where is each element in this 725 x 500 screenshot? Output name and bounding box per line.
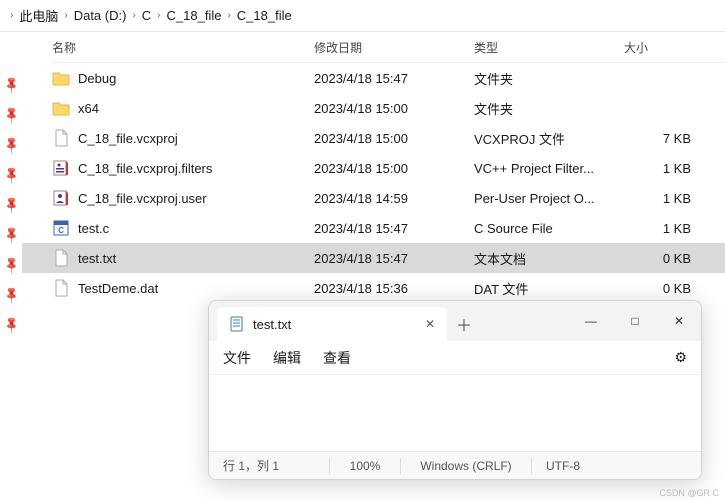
chevron-right-icon: › (227, 10, 230, 21)
file-icon (52, 129, 70, 147)
file-type: Per-User Project O... (474, 191, 624, 206)
column-headers: 名称 修改日期 类型 大小 (22, 32, 725, 62)
file-row[interactable]: test.txt 2023/4/18 15:47文本文档0 KB (22, 243, 725, 273)
file-size: 0 KB (624, 251, 715, 266)
status-zoom[interactable]: 100% (330, 459, 400, 473)
file-date: 2023/4/18 15:47 (314, 71, 474, 86)
file-type: DAT 文件 (474, 279, 624, 298)
file-date: 2023/4/18 14:59 (314, 191, 474, 206)
file-size: 1 KB (624, 191, 715, 206)
column-header-type[interactable]: 类型 (474, 39, 624, 56)
notepad-tab[interactable]: test.txt ✕ (217, 307, 447, 341)
file-size: 0 KB (624, 281, 715, 296)
breadcrumb-item[interactable]: C_18_file (237, 8, 292, 23)
window-controls: — □ ✕ (569, 301, 701, 341)
file-date: 2023/4/18 15:00 (314, 131, 474, 146)
filters-icon (52, 159, 70, 177)
settings-button[interactable]: ⚙ (674, 349, 687, 366)
folder-icon (52, 99, 70, 117)
pin-icon[interactable]: 📌 (1, 285, 21, 305)
file-type: VC++ Project Filter... (474, 161, 624, 176)
chevron-right-icon: › (132, 10, 135, 21)
file-name: Debug (78, 71, 116, 86)
file-name: C_18_file.vcxproj.filters (78, 161, 212, 176)
pin-icon[interactable]: 📌 (1, 315, 21, 335)
watermark: CSDN @GR C (659, 488, 719, 498)
file-type: VCXPROJ 文件 (474, 129, 624, 148)
folder-icon (52, 69, 70, 87)
user-icon (52, 189, 70, 207)
svg-text:C: C (58, 226, 64, 235)
quick-access-rail: 📌 📌 📌 📌 📌 📌 📌 📌 📌 (0, 32, 22, 500)
file-name: test.txt (78, 251, 116, 266)
pin-icon[interactable]: 📌 (1, 255, 21, 275)
notepad-statusbar: 行 1，列 1 100% Windows (CRLF) UTF-8 (209, 451, 701, 479)
file-icon (52, 279, 70, 297)
breadcrumb[interactable]: › 此电脑 › Data (D:) › C › C_18_file › C_18… (0, 0, 725, 31)
file-name: C_18_file.vcxproj (78, 131, 178, 146)
breadcrumb-item[interactable]: 此电脑 (19, 6, 58, 25)
file-size: 1 KB (624, 161, 715, 176)
file-name: test.c (78, 221, 109, 236)
file-name: x64 (78, 101, 99, 116)
file-size: 7 KB (624, 131, 715, 146)
pin-icon[interactable]: 📌 (1, 195, 21, 215)
file-row[interactable]: C_18_file.vcxproj.user 2023/4/18 14:59Per… (22, 183, 725, 213)
file-type: 文件夹 (474, 99, 624, 118)
maximize-button[interactable]: □ (613, 301, 657, 341)
chevron-right-icon: › (10, 10, 13, 21)
breadcrumb-item[interactable]: C (142, 8, 151, 23)
notepad-text-area[interactable] (209, 375, 701, 451)
notepad-window: test.txt ✕ ＋ — □ ✕ 文件 编辑 查看 ⚙ 行 1，列 1 10… (208, 300, 702, 480)
file-row[interactable]: C_18_file.vcxproj 2023/4/18 15:00VCXPROJ … (22, 123, 725, 153)
add-tab-button[interactable]: ＋ (447, 307, 481, 341)
column-header-name[interactable]: 名称 (32, 39, 314, 56)
breadcrumb-item[interactable]: C_18_file (167, 8, 222, 23)
pin-icon[interactable]: 📌 (1, 135, 21, 155)
file-row[interactable]: Debug 2023/4/18 15:47文件夹 (22, 63, 725, 93)
tab-close-button[interactable]: ✕ (425, 317, 435, 331)
minimize-button[interactable]: — (569, 301, 613, 341)
file-type: 文本文档 (474, 249, 624, 268)
pin-icon[interactable]: 📌 (1, 225, 21, 245)
csrc-icon: C (52, 219, 70, 237)
file-date: 2023/4/18 15:47 (314, 221, 474, 236)
pin-icon[interactable]: 📌 (1, 105, 21, 125)
file-date: 2023/4/18 15:00 (314, 161, 474, 176)
file-icon (52, 249, 70, 267)
close-button[interactable]: ✕ (657, 301, 701, 341)
file-date: 2023/4/18 15:47 (314, 251, 474, 266)
menu-edit[interactable]: 编辑 (273, 348, 301, 368)
file-row[interactable]: Ctest.c 2023/4/18 15:47C Source File1 KB (22, 213, 725, 243)
file-row[interactable]: x64 2023/4/18 15:00文件夹 (22, 93, 725, 123)
breadcrumb-item[interactable]: Data (D:) (74, 8, 127, 23)
file-date: 2023/4/18 15:00 (314, 101, 474, 116)
chevron-right-icon: › (64, 10, 67, 21)
pin-icon[interactable]: 📌 (1, 165, 21, 185)
notepad-tab-title: test.txt (253, 317, 291, 332)
notepad-menubar: 文件 编辑 查看 ⚙ (209, 341, 701, 375)
column-header-size[interactable]: 大小 (624, 39, 715, 56)
file-date: 2023/4/18 15:36 (314, 281, 474, 296)
status-encoding: UTF-8 (532, 459, 701, 473)
status-cursor: 行 1，列 1 (209, 457, 329, 474)
file-size: 1 KB (624, 221, 715, 236)
pin-icon[interactable]: 📌 (1, 75, 21, 95)
file-type: 文件夹 (474, 69, 624, 88)
file-name: C_18_file.vcxproj.user (78, 191, 207, 206)
notepad-titlebar[interactable]: test.txt ✕ ＋ — □ ✕ (209, 301, 701, 341)
notepad-icon (229, 316, 245, 332)
chevron-right-icon: › (157, 10, 160, 21)
file-type: C Source File (474, 221, 624, 236)
file-name: TestDeme.dat (78, 281, 158, 296)
menu-view[interactable]: 查看 (323, 348, 351, 368)
menu-file[interactable]: 文件 (223, 348, 251, 368)
status-eol: Windows (CRLF) (401, 459, 531, 473)
file-row[interactable]: C_18_file.vcxproj.filters 2023/4/18 15:00… (22, 153, 725, 183)
column-header-date[interactable]: 修改日期 (314, 39, 474, 56)
file-row[interactable]: TestDeme.dat 2023/4/18 15:36DAT 文件0 KB (22, 273, 725, 303)
